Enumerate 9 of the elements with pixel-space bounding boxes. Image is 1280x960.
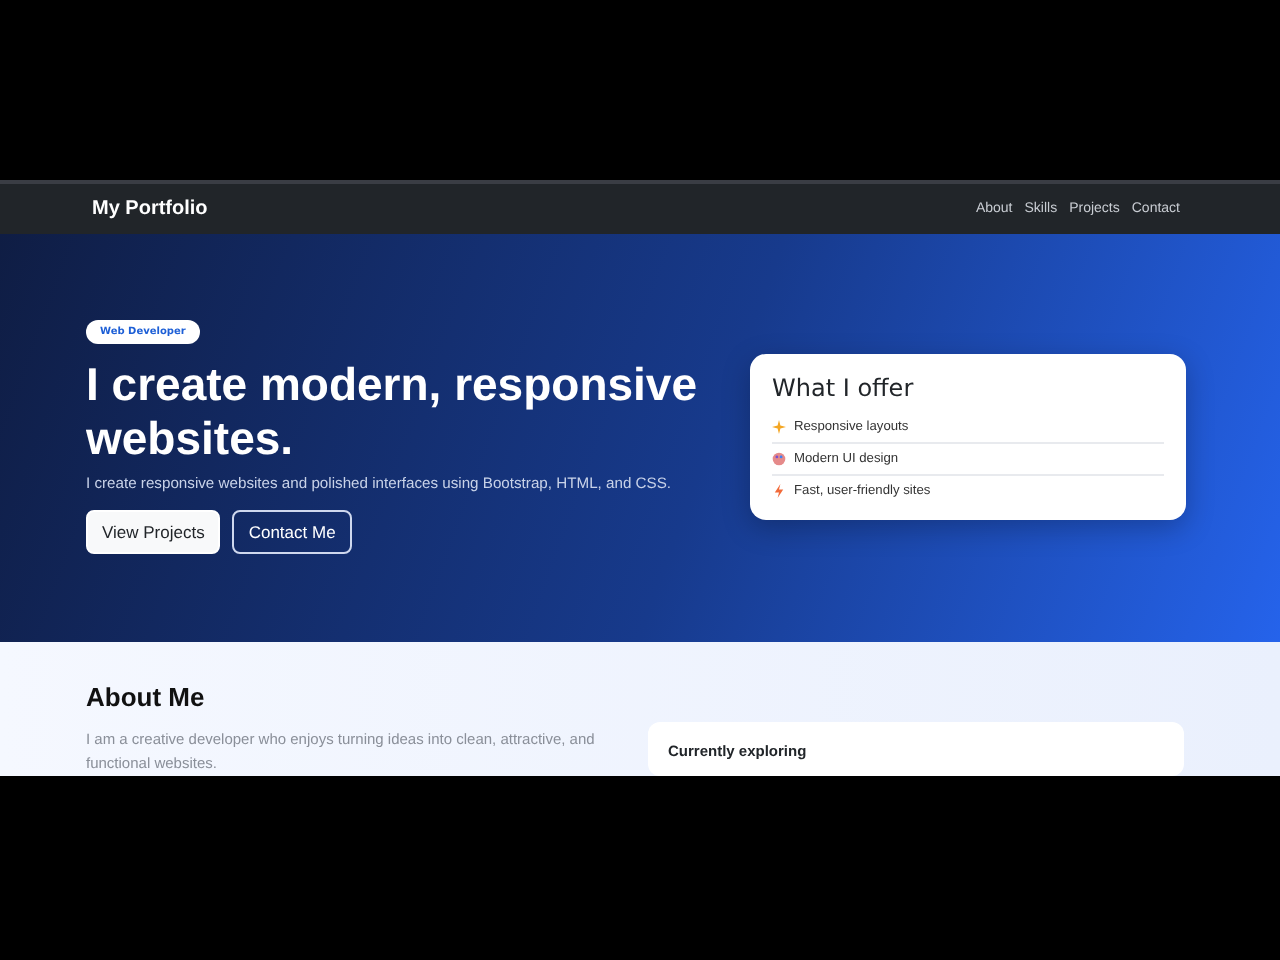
- contact-button[interactable]: Contact Me: [232, 510, 352, 555]
- section-title: About Me: [86, 682, 207, 712]
- brand-link[interactable]: My Portfolio: [92, 197, 208, 220]
- card-title: What I offer: [772, 374, 916, 403]
- palette-icon: [772, 452, 786, 467]
- bolt-icon: [772, 484, 786, 499]
- view-projects-button[interactable]: View Projects: [86, 510, 221, 555]
- sparkle-icon: [772, 420, 786, 435]
- hero-title: I create modern, responsive websites.: [86, 358, 700, 467]
